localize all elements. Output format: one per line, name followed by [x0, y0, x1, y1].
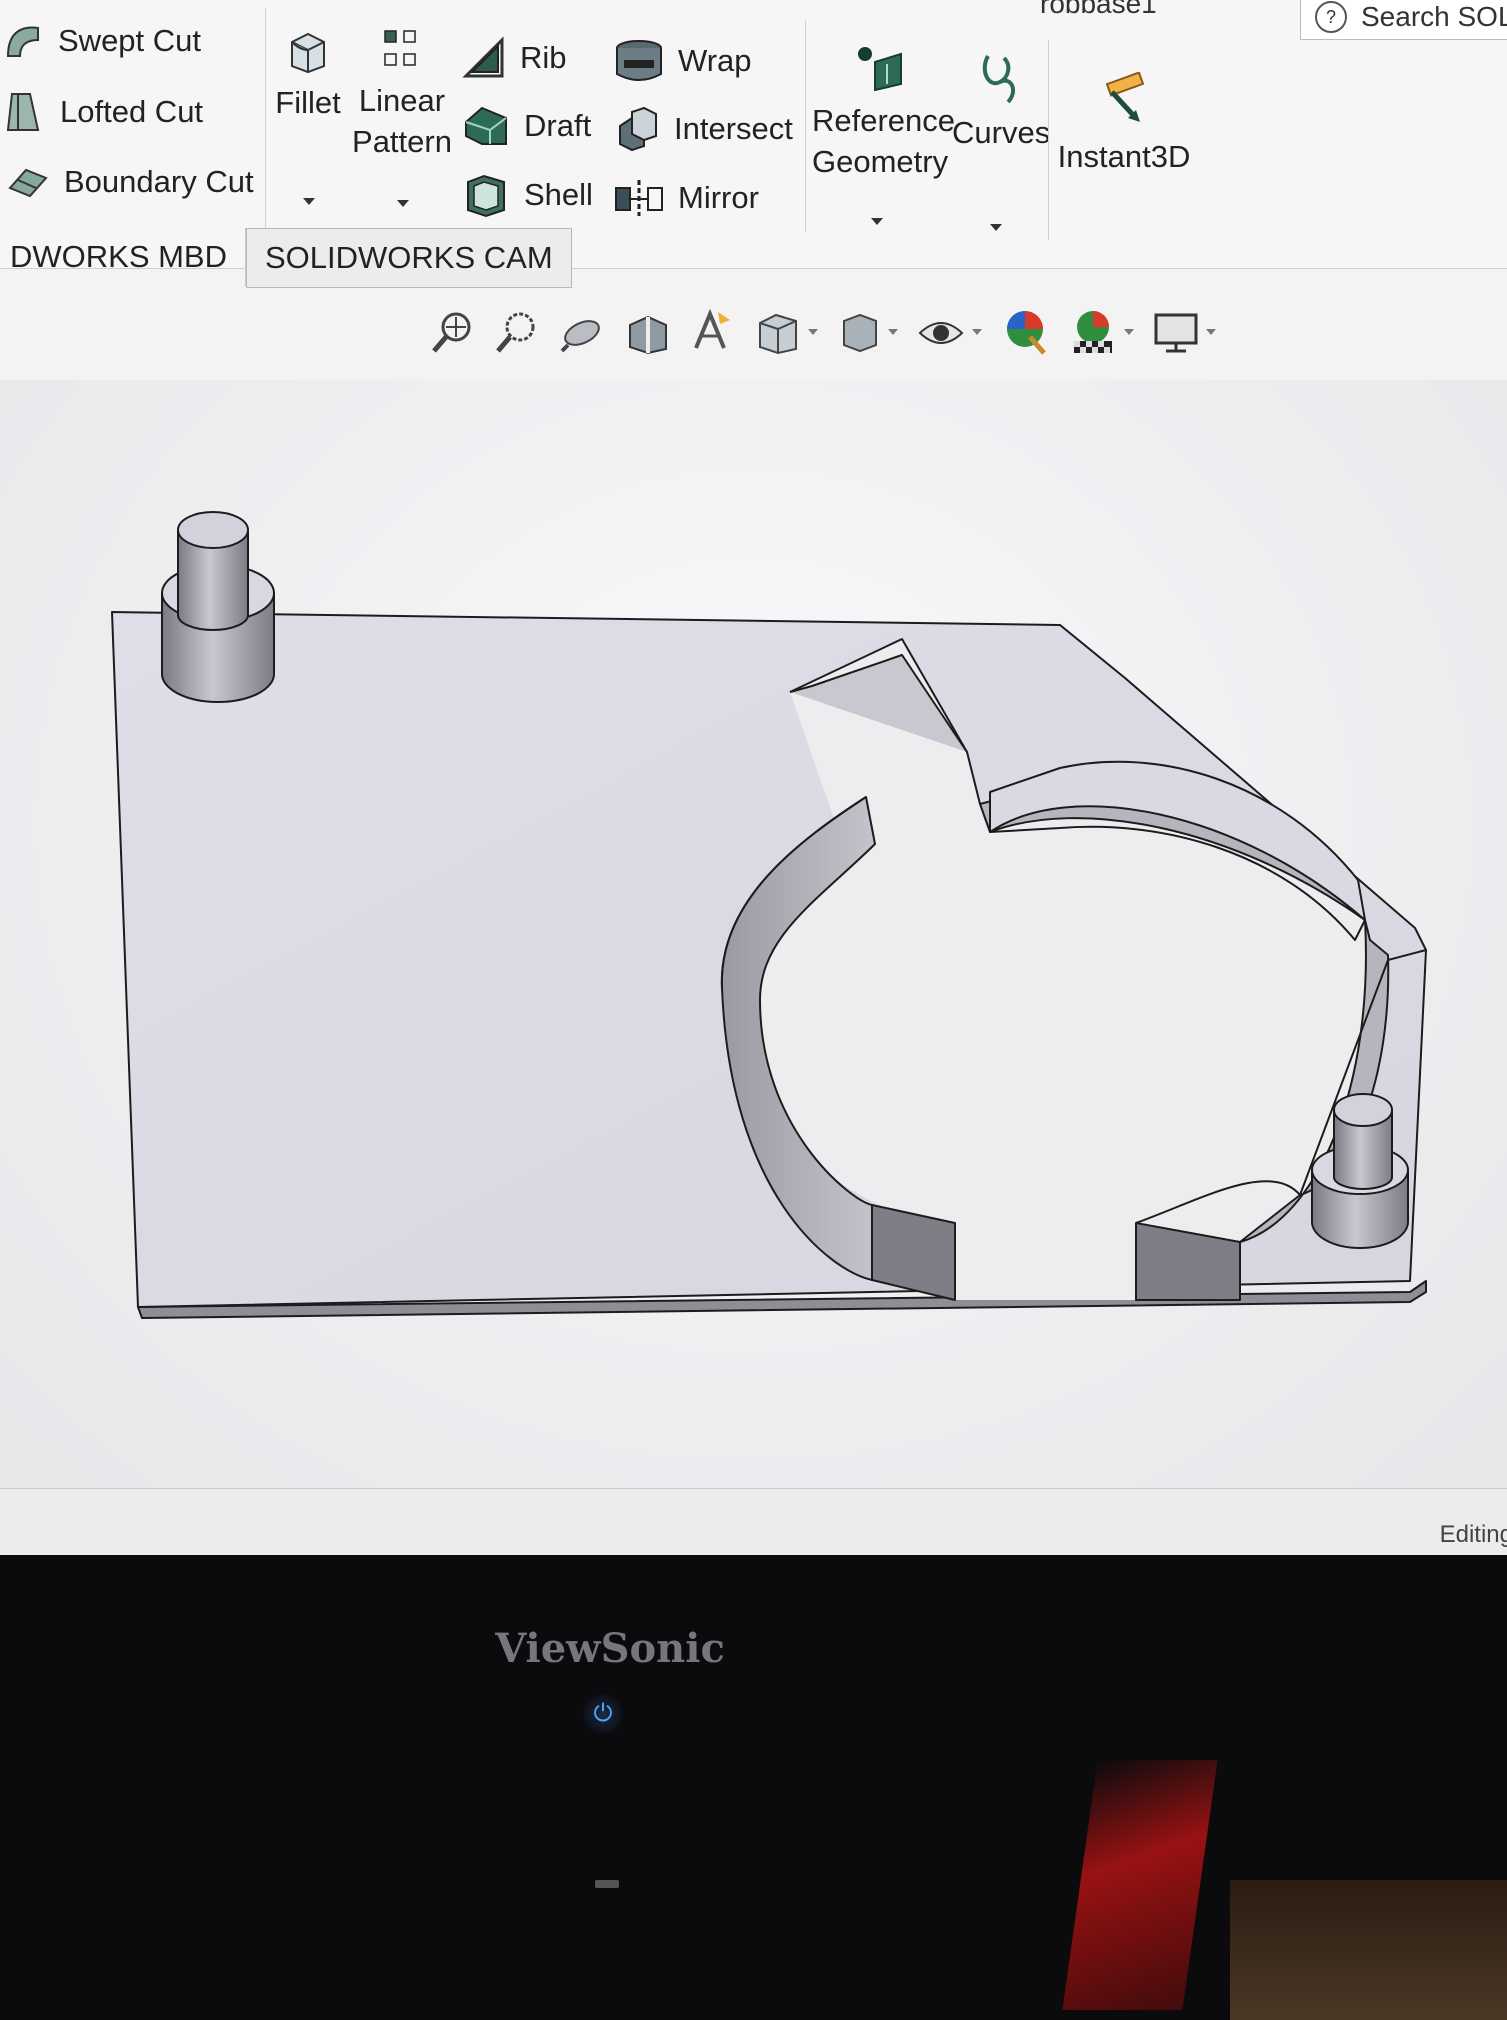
reference-geometry-label-1: Reference — [812, 103, 956, 138]
linear-pattern-label-1: Linear — [358, 83, 446, 118]
fillet-label: Fillet — [275, 85, 341, 120]
draft-icon — [465, 106, 507, 145]
wrap-icon — [616, 40, 662, 81]
hide-show-icon[interactable] — [916, 309, 982, 355]
help-icon[interactable]: ? — [1315, 1, 1347, 33]
mirror-button[interactable]: Mirror — [614, 178, 759, 218]
monitor-screen: robbase1 ? Search SOLI Swept Cut Lofted … — [0, 0, 1507, 1555]
linear-pattern-label-2: Pattern — [352, 124, 452, 159]
intersect-label: Intersect — [674, 111, 793, 146]
document-title: robbase1 — [1040, 0, 1157, 19]
linear-pattern-dropdown-icon[interactable] — [397, 200, 409, 207]
lofted-cut-icon — [6, 93, 40, 131]
mirror-label: Mirror — [678, 180, 759, 215]
tab-mbd[interactable]: DWORKS MBD — [0, 228, 246, 286]
apply-scene-icon[interactable] — [1068, 307, 1134, 357]
ribbon-separator — [265, 8, 266, 228]
tab-solidworks-cam-label: SOLIDWORKS CAM — [265, 240, 553, 275]
monitor-brand-logo: ViewSonic — [495, 1625, 725, 1672]
intersect-icon — [619, 106, 657, 152]
curves-label: Curves — [952, 115, 1051, 150]
monitor-led — [595, 1880, 619, 1888]
swept-cut-label: Swept Cut — [58, 23, 202, 58]
ribbon-separator — [1048, 40, 1049, 240]
zoom-to-area-icon[interactable] — [494, 309, 540, 355]
reference-geometry-label-2: Geometry — [812, 144, 949, 179]
rib-label: Rib — [520, 40, 567, 75]
display-style-icon[interactable] — [836, 309, 898, 355]
instant3d-label: Instant3D — [1057, 139, 1191, 174]
graphics-area[interactable] — [0, 380, 1507, 1490]
linear-pattern-icon — [384, 30, 416, 66]
heads-up-view-toolbar — [430, 302, 1234, 362]
boundary-cut-icon — [8, 168, 48, 198]
swept-cut-icon — [6, 26, 39, 57]
draft-button[interactable]: Draft — [462, 104, 591, 148]
instant3d-icon — [1105, 72, 1145, 122]
lofted-cut-label: Lofted Cut — [60, 94, 204, 129]
boundary-cut-label: Boundary Cut — [64, 164, 254, 199]
view-settings-icon[interactable] — [1152, 309, 1216, 355]
red-reflection — [1062, 1760, 1218, 2010]
ribbon-separator — [805, 20, 806, 232]
dynamic-annotation-icon[interactable] — [690, 308, 736, 356]
edit-appearance-icon[interactable] — [1000, 307, 1050, 357]
view-orientation-icon[interactable] — [754, 309, 818, 355]
curves-button[interactable]: Curves — [952, 52, 1051, 153]
status-bar: Editing — [0, 1488, 1507, 1555]
wrap-label: Wrap — [678, 43, 752, 78]
section-view-icon[interactable] — [624, 309, 672, 355]
shell-label: Shell — [524, 177, 593, 212]
draft-label: Draft — [524, 108, 592, 143]
power-button[interactable]: ⏻ — [583, 1694, 623, 1734]
part-model[interactable] — [0, 380, 1507, 1490]
status-text: Editing — [1439, 1521, 1507, 1548]
search-label: Search SOLI — [1361, 1, 1507, 32]
curves-dropdown-icon[interactable] — [990, 224, 1002, 231]
curves-icon — [982, 55, 1016, 104]
fillet-button[interactable]: Fillet — [272, 28, 344, 123]
tab-mbd-label: DWORKS MBD — [10, 239, 227, 274]
reference-geometry-button[interactable]: Reference Geometry — [812, 44, 956, 182]
shell-button[interactable]: Shell — [462, 172, 593, 218]
shell-icon — [467, 174, 505, 218]
fillet-icon — [291, 32, 325, 74]
fillet-dropdown-icon[interactable] — [303, 198, 315, 205]
tab-solidworks-cam[interactable]: SOLIDWORKS CAM — [246, 228, 572, 288]
rib-button[interactable]: Rib — [462, 36, 567, 80]
intersect-button[interactable]: Intersect — [614, 106, 793, 152]
instant3d-button[interactable]: Instant3D — [1056, 72, 1192, 177]
desk-object — [1230, 1880, 1507, 2020]
lofted-cut-button[interactable]: Lofted Cut — [4, 90, 203, 134]
zoom-to-fit-icon[interactable] — [430, 309, 476, 355]
wrap-button[interactable]: Wrap — [614, 38, 752, 84]
swept-cut-button[interactable]: Swept Cut — [2, 20, 201, 62]
rib-icon — [462, 36, 504, 78]
search-box[interactable]: ? Search SOLI — [1300, 0, 1507, 40]
command-manager-tabs: DWORKS MBD SOLIDWORKS CAM — [0, 228, 572, 288]
mirror-icon — [615, 180, 663, 216]
boundary-cut-button[interactable]: Boundary Cut — [6, 162, 254, 202]
reference-geometry-icon — [858, 47, 902, 92]
linear-pattern-button[interactable]: Linear Pattern — [352, 28, 452, 162]
previous-view-icon[interactable] — [558, 309, 606, 355]
reference-geometry-dropdown-icon[interactable] — [871, 218, 883, 225]
power-icon: ⏻ — [593, 1700, 613, 1727]
